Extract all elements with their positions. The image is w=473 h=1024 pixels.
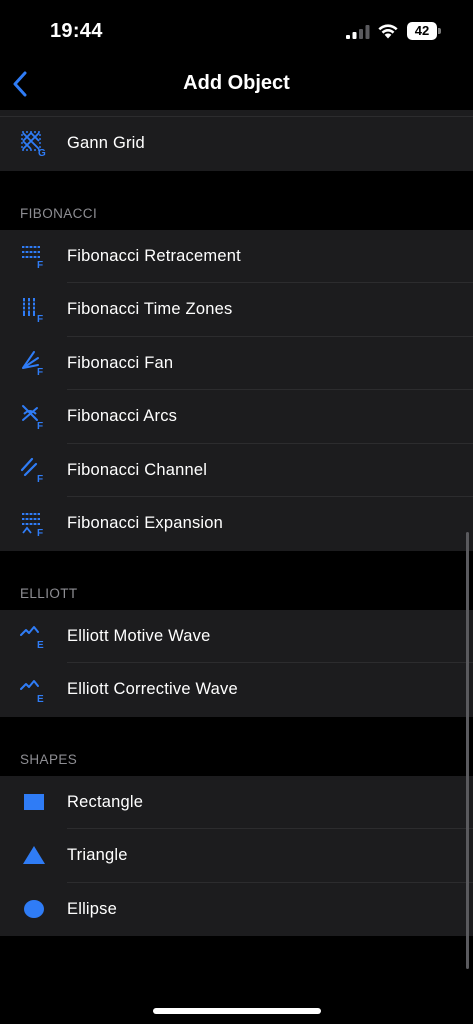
gann-group: G Gann Grid: [0, 117, 473, 171]
fibonacci-time-zones-icon: F: [22, 297, 43, 324]
navigation-bar: Add Object: [0, 60, 473, 108]
page-title: Add Object: [183, 72, 290, 94]
list-item-label: Rectangle: [67, 792, 144, 811]
svg-text:F: F: [37, 367, 43, 377]
cellular-signal-icon: [346, 25, 370, 39]
vertical-scrollbar[interactable]: [466, 532, 469, 969]
fibonacci-channel-icon: F: [20, 458, 43, 484]
object-list: G Gann Grid FIBONACCI F Fibonacci Retraceme…: [0, 110, 473, 936]
fibonacci-fan-icon: F: [22, 351, 43, 377]
list-item-label: Fibonacci Retracement: [67, 246, 241, 265]
section-header-label: SHAPES: [20, 751, 78, 767]
elliott-corrective-wave-icon: E: [20, 679, 44, 704]
list-item-ellipse[interactable]: Ellipse: [0, 883, 473, 937]
list-item-fibonacci-expansion[interactable]: F Fibonacci Expansion: [0, 497, 473, 551]
list-item-label: Fibonacci Fan: [67, 353, 174, 372]
list-item-fibonacci-arcs[interactable]: F Fibonacci Arcs: [0, 390, 473, 444]
list-item-fibonacci-time-zones[interactable]: F Fibonacci Time Zones: [0, 283, 473, 337]
fibonacci-retracement-icon: F: [22, 245, 43, 270]
list-item-label: Ellipse: [67, 899, 118, 918]
list-item-label: Gann Grid: [67, 134, 145, 153]
fibonacci-expansion-icon: F: [22, 511, 43, 538]
svg-text:F: F: [37, 421, 43, 431]
triangle-icon: [23, 845, 45, 864]
list-item-elliott-motive-wave[interactable]: E Elliott Motive Wave: [0, 610, 473, 663]
list-item-elliott-corrective-wave[interactable]: E Elliott Corrective Wave: [0, 663, 473, 717]
battery-level: 42: [407, 22, 437, 40]
list-item-label: Triangle: [67, 846, 128, 865]
list-item-label: Fibonacci Arcs: [67, 407, 178, 426]
svg-text:E: E: [37, 640, 44, 650]
list-item-triangle[interactable]: Triangle: [0, 829, 473, 883]
section-header-label: FIBONACCI: [20, 205, 98, 221]
gann-grid-icon: G: [21, 131, 46, 158]
list-item-gann-grid[interactable]: G Gann Grid: [0, 117, 473, 171]
section-group-fibonacci: F Fibonacci Retracement F Fibonacci Time Zo…: [0, 229, 473, 551]
list-item-rectangle[interactable]: Rectangle: [0, 776, 473, 829]
svg-text:F: F: [37, 474, 43, 484]
section-group-elliott: E Elliott Motive Wave E Elliott Corrective …: [0, 609, 473, 717]
list-item-fibonacci-fan[interactable]: F Fibonacci Fan: [0, 337, 473, 390]
list-item-fibonacci-retracement[interactable]: F Fibonacci Retracement: [0, 230, 473, 283]
section-group-shapes: Rectangle Triangle Ellipse: [0, 775, 473, 937]
section-header-label: ELLIOTT: [20, 585, 78, 601]
section-header-fibonacci: FIBONACCI: [0, 171, 473, 230]
svg-text:F: F: [37, 528, 43, 538]
rectangle-icon: [24, 794, 44, 811]
list-item-label: Fibonacci Expansion: [67, 514, 224, 533]
elliott-motive-wave-icon: E: [20, 626, 44, 650]
ellipse-icon: [24, 900, 44, 919]
list-item-label: Fibonacci Time Zones: [67, 300, 233, 319]
status-time: 19:44: [50, 20, 103, 42]
svg-text:E: E: [37, 694, 44, 704]
list-top-edge: [0, 110, 473, 117]
list-item-fibonacci-channel[interactable]: F Fibonacci Channel: [0, 444, 473, 497]
list-item-label: Fibonacci Channel: [67, 460, 208, 479]
list-item-label: Elliott Corrective Wave: [67, 680, 238, 699]
status-bar: 19:44 42: [0, 0, 473, 60]
fibonacci-arcs-icon: F: [22, 404, 43, 431]
svg-text:F: F: [37, 260, 43, 270]
section-header-shapes: SHAPES: [0, 717, 473, 776]
battery-icon: 42: [407, 22, 441, 40]
wifi-icon: [378, 24, 398, 39]
home-indicator[interactable]: [153, 1008, 321, 1014]
list-item-label: Elliott Motive Wave: [67, 626, 211, 645]
svg-text:F: F: [37, 314, 43, 324]
section-header-elliott: ELLIOTT: [0, 551, 473, 610]
svg-text:G: G: [38, 148, 46, 158]
